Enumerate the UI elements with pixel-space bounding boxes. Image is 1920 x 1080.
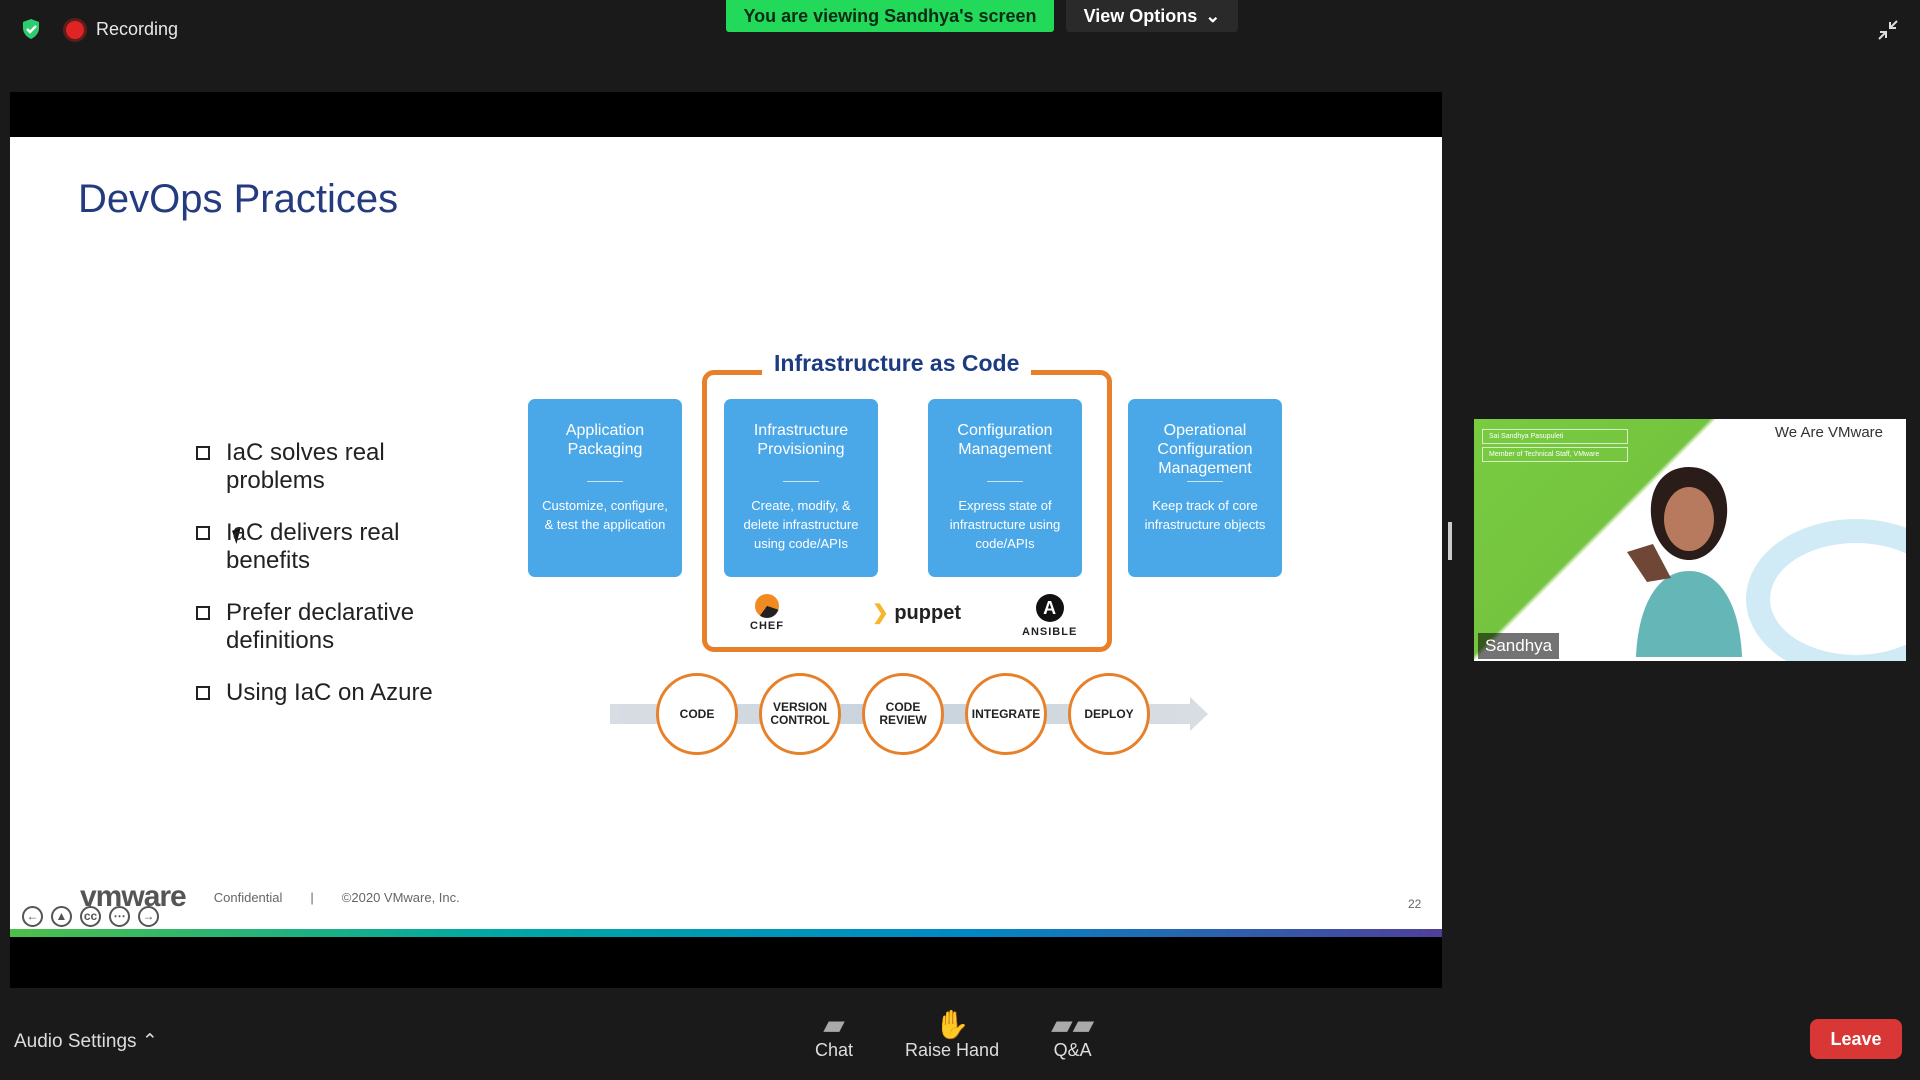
checkbox-square-icon <box>196 686 210 700</box>
recording-label: Recording <box>96 19 179 39</box>
bullet-text: Using IaC on Azure <box>226 679 433 706</box>
application-packaging-card: Application Packaging Customize, configur… <box>528 399 682 577</box>
footer-divider: | <box>310 889 314 905</box>
page-number: 22 <box>1408 897 1422 911</box>
checkbox-square-icon <box>196 526 210 540</box>
presentation-slide: DevOps Practices IaC solves real problem… <box>10 137 1442 937</box>
chat-label: Chat <box>815 1040 854 1060</box>
qa-button[interactable]: ▰▰ Q&A <box>1051 1010 1094 1061</box>
participant-person-image <box>1627 467 1742 657</box>
confidential-label: Confidential <box>213 889 283 905</box>
qa-icon: ▰▰ <box>1051 1009 1095 1040</box>
card-text: Express state of infrastructure using co… <box>949 498 1061 551</box>
chat-button[interactable]: ▰ Chat <box>815 1010 853 1061</box>
pipeline-step-code-review: CODE REVIEW <box>862 673 944 755</box>
checkbox-square-icon <box>196 606 210 620</box>
hand-icon: ✋ <box>934 1009 970 1040</box>
card-text: Keep track of core infrastructure object… <box>1144 498 1266 532</box>
ansible-icon: A <box>1035 594 1064 622</box>
slide-gradient-bar <box>10 929 1442 937</box>
recording-indicator: Recording <box>66 19 178 40</box>
bullet-text: IaC solves real problems <box>226 439 385 494</box>
we-are-vmware-text: We Are VMware <box>1774 424 1883 441</box>
card-text: Customize, configure, & test the applica… <box>542 498 668 532</box>
presentation-controls: ← ▲ cc ⋯ → <box>22 906 159 927</box>
recording-dot-icon <box>66 20 84 39</box>
chef-logo: CHEF <box>750 594 784 632</box>
infrastructure-provisioning-card: Infrastructure Provisioning Create, modif… <box>724 399 878 577</box>
ansible-logo: A ANSIBLE <box>1022 594 1077 638</box>
card-title: Configuration Management <box>957 422 1053 458</box>
participant-video[interactable]: Sai Sandhya Pasupuleti Member of Technic… <box>1474 419 1906 661</box>
chat-icon: ▰ <box>823 1009 845 1040</box>
pipeline-step-code: CODE <box>656 673 738 755</box>
bullet-item: IaC delivers real benefits <box>196 519 436 575</box>
pipeline-arrow-icon <box>1190 697 1208 731</box>
participant-name-tag: Sandhya <box>1478 633 1560 659</box>
view-options-button[interactable]: View Options ⌄ <box>1066 0 1238 32</box>
bullet-text: Prefer declarative definitions <box>226 599 415 654</box>
background-curve <box>1746 519 1906 661</box>
card-title: Infrastructure Provisioning <box>753 422 849 458</box>
bullet-item: Using IaC on Azure <box>196 679 436 707</box>
qa-label: Q&A <box>1053 1040 1092 1060</box>
bottom-toolbar: Audio Settings ⌃ ▰ Chat ✋ Raise Hand ▰▰ … <box>0 990 1920 1080</box>
pipeline-step-version-control: VERSION CONTROL <box>759 673 841 755</box>
copyright-label: ©2020 VMware, Inc. <box>341 889 460 905</box>
view-options-label: View Options <box>1083 5 1198 26</box>
card-title: Operational Configuration Management <box>1157 422 1253 477</box>
audio-settings-button[interactable]: Audio Settings ⌃ <box>14 1030 158 1053</box>
pipeline-step-integrate: INTEGRATE <box>965 673 1047 755</box>
configuration-management-card: Configuration Management Express state of… <box>928 399 1082 577</box>
security-shield-icon[interactable] <box>19 17 43 41</box>
iac-title: Infrastructure as Code <box>762 350 1032 377</box>
checkbox-square-icon <box>196 446 210 460</box>
next-slide-icon[interactable]: → <box>138 906 159 927</box>
shared-screen-frame: DevOps Practices IaC solves real problem… <box>10 92 1442 988</box>
raise-hand-label: Raise Hand <box>905 1040 1000 1060</box>
slide-title: DevOps Practices <box>78 177 399 221</box>
puppet-logo: ❯ puppet <box>872 602 961 624</box>
previous-slide-icon[interactable]: ← <box>22 906 43 927</box>
operational-configuration-management-card: Operational Configuration Management Keep… <box>1128 399 1282 577</box>
more-options-icon[interactable]: ⋯ <box>109 906 130 927</box>
exit-fullscreen-icon[interactable] <box>1876 18 1900 42</box>
card-title: Application Packaging <box>565 422 645 458</box>
bullet-text: IaC delivers real benefits <box>226 519 400 574</box>
viewing-screen-banner: You are viewing Sandhya's screen <box>726 0 1054 32</box>
captions-icon[interactable]: cc <box>80 906 101 927</box>
meeting-actions: ▰ Chat ✋ Raise Hand ▰▰ Q&A <box>815 1010 1094 1061</box>
bullet-item: Prefer declarative definitions <box>196 599 436 655</box>
card-text: Create, modify, & delete infrastructure … <box>743 498 859 551</box>
chevron-up-icon: ⌃ <box>141 1031 158 1052</box>
speaker-role-line: Member of Technical Staff, VMware <box>1482 447 1628 462</box>
speaker-name-line: Sai Sandhya Pasupuleti <box>1482 429 1628 444</box>
pipeline-step-deploy: DEPLOY <box>1068 673 1150 755</box>
raise-hand-button[interactable]: ✋ Raise Hand <box>905 1010 999 1061</box>
video-tagline: Sai Sandhya Pasupuleti Member of Technic… <box>1482 429 1628 471</box>
panel-resize-handle[interactable] <box>1448 522 1452 560</box>
audio-settings-label: Audio Settings <box>14 1031 137 1052</box>
leave-button[interactable]: Leave <box>1810 1019 1902 1059</box>
pen-tool-icon[interactable]: ▲ <box>51 906 72 927</box>
chef-icon <box>754 594 779 618</box>
bullet-item: IaC solves real problems <box>196 439 436 495</box>
bullet-list: IaC solves real problems IaC delivers re… <box>196 439 436 731</box>
chevron-down-icon: ⌄ <box>1205 5 1221 26</box>
top-bar: Recording You are viewing Sandhya's scre… <box>0 0 1920 62</box>
